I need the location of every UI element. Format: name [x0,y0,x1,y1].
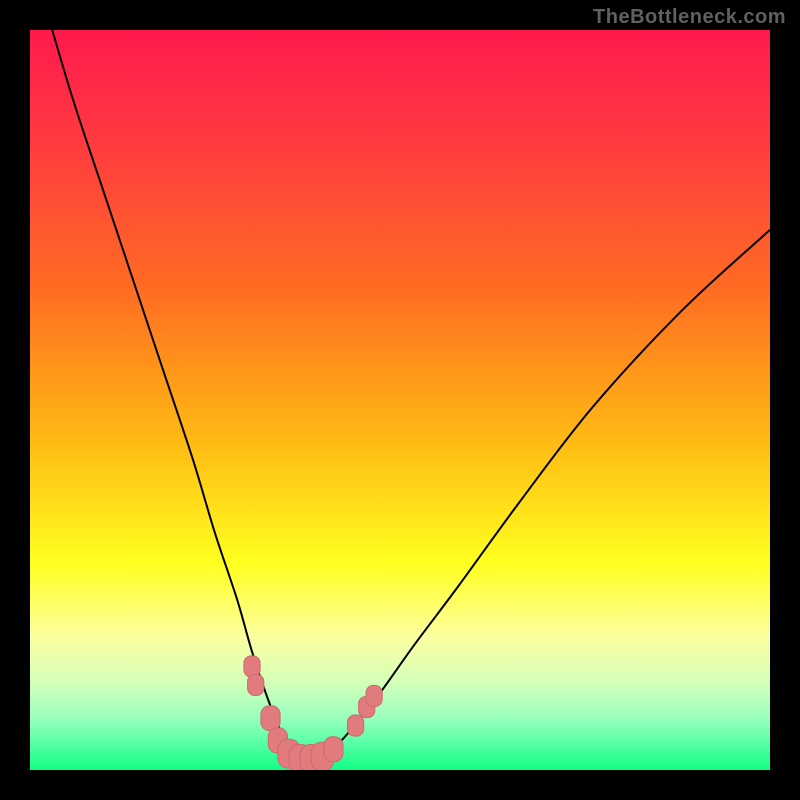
curve-marker [324,737,343,762]
curve-marker [248,674,264,695]
curve-marker [244,656,260,677]
curve-marker [347,715,363,736]
curve-marker [261,706,280,731]
chart-frame: TheBottleneck.com [0,0,800,800]
gradient-background [30,30,770,770]
watermark-text: TheBottleneck.com [593,6,786,29]
curve-marker [366,685,382,706]
bottleneck-chart [30,30,770,770]
plot-area [30,30,770,770]
